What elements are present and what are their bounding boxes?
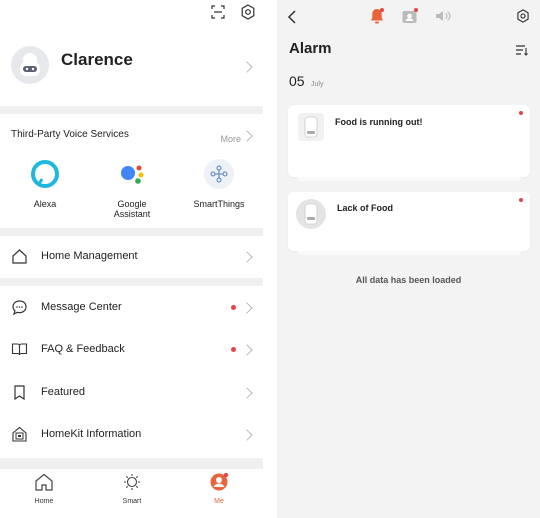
filter-icon[interactable] [515,43,529,61]
tab-label: Me [214,498,224,505]
alexa-icon [30,159,60,189]
chevron-right-icon [241,130,253,142]
pet-profile-icon[interactable] [401,7,419,30]
avatar [11,46,49,84]
menu-faq-feedback[interactable]: FAQ & Feedback [0,329,263,371]
chevron-right-icon [241,387,253,399]
voice-services-more-link[interactable]: More [220,129,253,147]
section-divider [0,106,263,114]
sun-icon [122,473,142,496]
menu-label: Featured [41,386,86,398]
alarm-title: Food is running out! [335,117,423,127]
profile-row[interactable]: Clarence [0,40,263,92]
chat-bubble-icon [11,299,28,316]
section-divider [0,278,263,286]
profile-icon [209,472,229,496]
smartthings-icon [204,159,234,189]
service-smartthings[interactable]: SmartThings [184,159,254,209]
chevron-right-icon [241,61,253,73]
tab-label: Smart [122,498,142,505]
alarm-title: Lack of Food [337,203,393,213]
section-divider [0,458,263,468]
menu-homekit-information[interactable]: HomeKit Information [0,414,263,456]
menu-label: FAQ & Feedback [41,343,125,355]
menu-message-center[interactable]: Message Center [0,287,263,329]
bell-icon[interactable] [368,7,386,30]
date-month: July [311,81,324,88]
more-label: More [220,134,241,144]
tab-home[interactable]: Home [24,473,64,505]
house-icon [11,248,28,265]
menu-home-management[interactable]: Home Management [0,236,263,278]
chevron-right-icon [241,302,253,314]
tab-label: Home [34,498,54,505]
scan-icon[interactable] [211,5,225,19]
alarm-card[interactable]: Lack of Food [288,192,530,251]
voice-services-title: Third-Party Voice Services [11,129,129,140]
service-alexa[interactable]: Alexa [10,159,80,209]
unread-badge [231,305,236,310]
section-divider [0,228,263,236]
card-shadow-strip [297,177,521,181]
settings-icon[interactable] [516,9,530,28]
house-icon [34,473,54,496]
me-screen: Clarence Third-Party Voice Services More… [0,0,263,518]
service-name: Google Assistant [113,199,151,219]
settings-icon[interactable] [240,4,256,20]
pet-feeder-icon [298,113,324,141]
menu-featured[interactable]: Featured [0,372,263,414]
service-google-assistant[interactable]: Google Assistant [97,159,167,219]
chevron-right-icon [241,344,253,356]
speaker-icon[interactable] [434,9,452,28]
alarm-card[interactable]: Food is running out! [288,105,530,177]
back-icon[interactable] [287,10,297,29]
google-assistant-icon [117,159,147,189]
page-title: Alarm [289,40,332,57]
date-day: 05 [289,73,305,89]
date-heading: 05 July [289,73,323,91]
profile-name: Clarence [61,50,133,69]
bookmark-icon [11,384,28,401]
menu-label: Message Center [41,301,122,313]
unread-badge [519,198,523,202]
menu-label: Home Management [41,250,138,262]
list-end-message: All data has been loaded [355,275,462,285]
card-shadow-strip [297,251,521,255]
pet-feeder-icon [296,199,326,229]
service-name: SmartThings [193,199,245,209]
tab-me[interactable]: Me [199,472,239,505]
alarm-screen: Alarm 05 July Food is running out! Lack … [277,0,540,518]
chevron-right-icon [241,251,253,263]
unread-badge [231,347,236,352]
menu-label: HomeKit Information [41,428,142,440]
book-open-icon [11,341,28,358]
unread-badge [519,111,523,115]
tab-smart[interactable]: Smart [112,473,152,505]
chevron-right-icon [241,429,253,441]
service-name: Alexa [33,199,57,209]
homekit-icon [11,426,28,443]
